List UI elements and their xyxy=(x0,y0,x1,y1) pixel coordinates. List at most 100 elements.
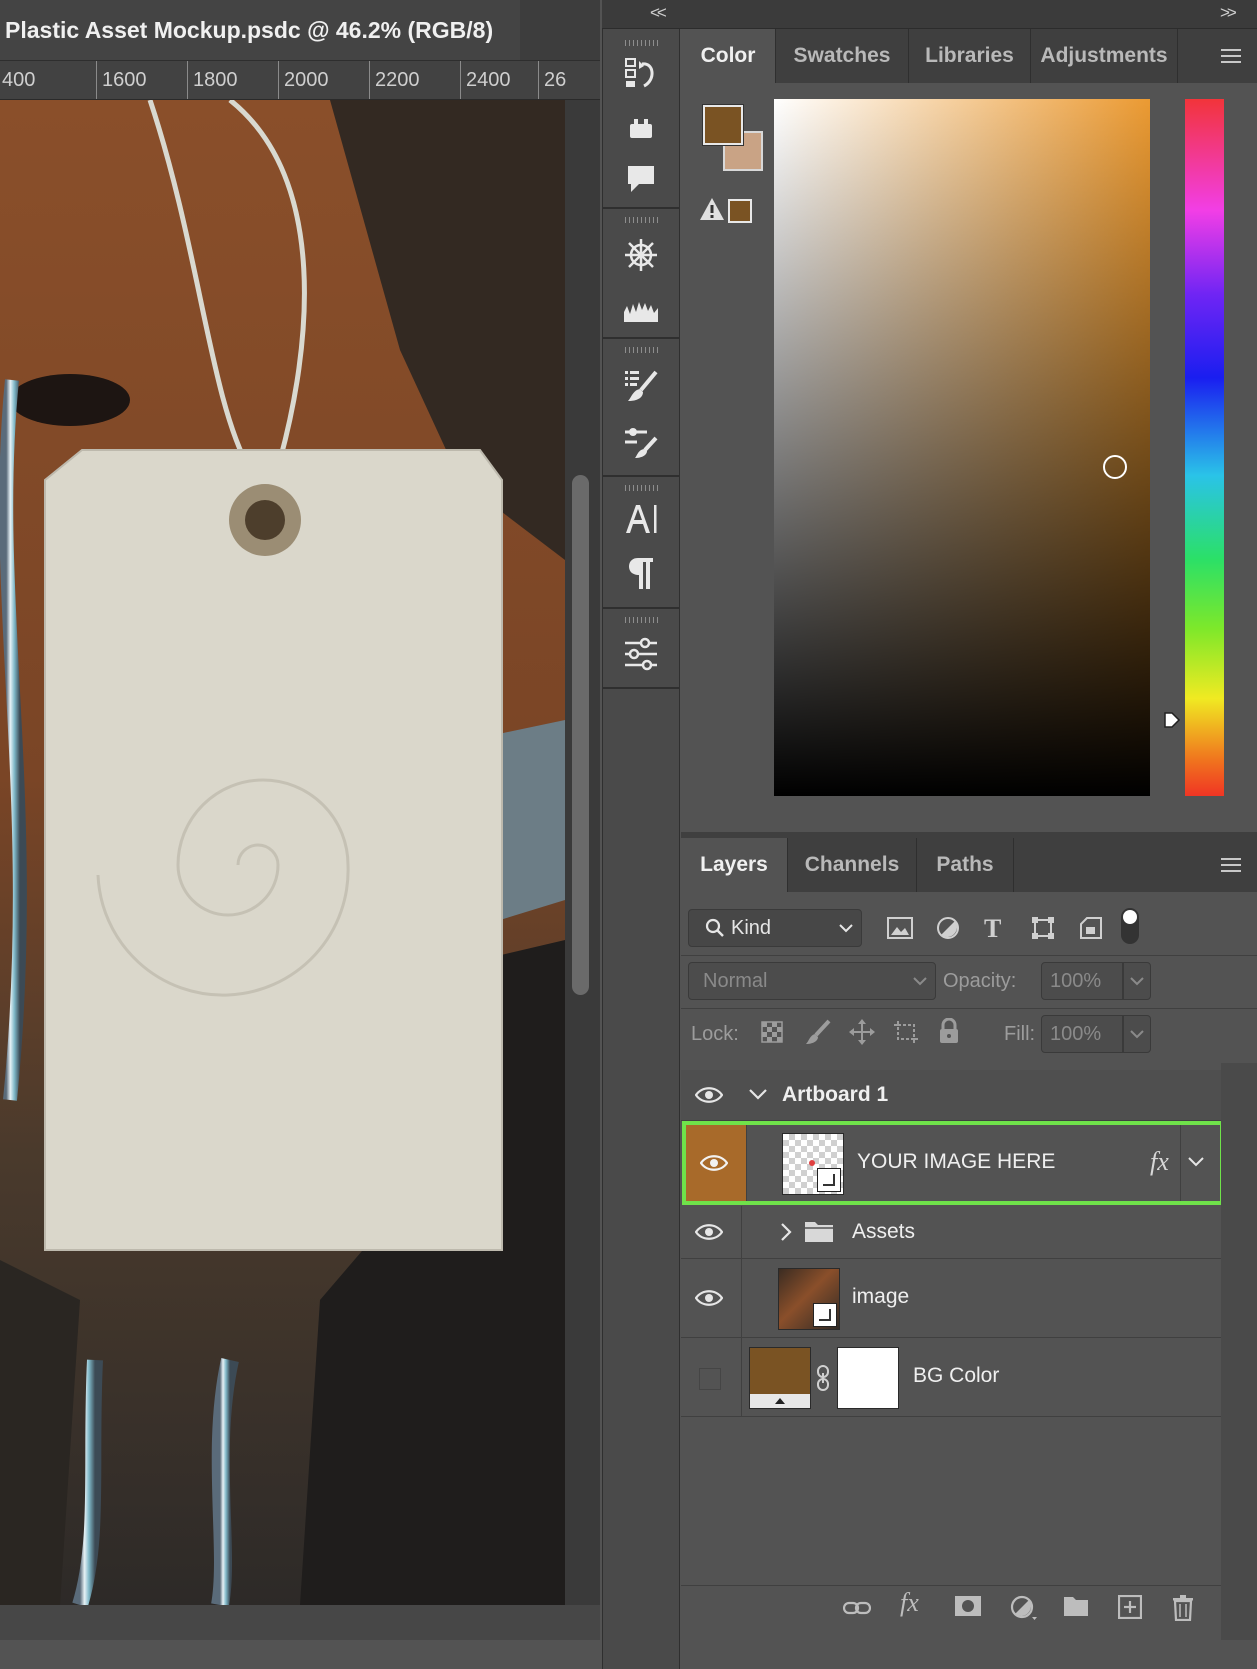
filter-adjustment-icon[interactable] xyxy=(936,916,960,945)
color-picker-cursor[interactable] xyxy=(1103,455,1127,479)
new-layer-icon[interactable] xyxy=(1117,1594,1143,1626)
fill-triangle-icon xyxy=(775,1398,785,1404)
expand-chevron-down-icon[interactable] xyxy=(749,1088,767,1100)
filter-smart-object-icon[interactable] xyxy=(1079,916,1103,945)
filter-toggle[interactable] xyxy=(1121,908,1139,944)
layer-row-image[interactable]: image xyxy=(681,1259,1221,1338)
expand-chevron-right-icon[interactable] xyxy=(780,1223,792,1241)
fill-input[interactable]: 100% xyxy=(1041,1015,1123,1053)
visibility-cell[interactable] xyxy=(686,1125,747,1201)
collapse-toolstrip-button[interactable]: << xyxy=(650,3,667,23)
collapse-panels-button[interactable]: >> xyxy=(1220,3,1237,23)
tab-adjustments[interactable]: Adjustments xyxy=(1031,29,1178,83)
tab-swatches[interactable]: Swatches xyxy=(776,29,909,83)
toolstrip-separator xyxy=(603,207,679,209)
visibility-cell[interactable] xyxy=(681,1206,742,1258)
toolstrip-grip[interactable] xyxy=(625,617,661,623)
opacity-dropdown[interactable] xyxy=(1123,962,1151,1000)
folder-icon[interactable] xyxy=(1063,1595,1089,1624)
vertical-scrollbar-thumb[interactable] xyxy=(572,475,589,995)
brush-settings-icon[interactable] xyxy=(621,422,661,462)
history-icon[interactable] xyxy=(621,53,661,93)
panel-dock-header: << >> xyxy=(602,0,1257,29)
visibility-off-box[interactable] xyxy=(699,1368,721,1390)
horizontal-ruler[interactable]: 400 1600 1800 2000 2200 2400 26 xyxy=(0,61,600,100)
toolstrip-grip[interactable] xyxy=(625,40,661,46)
fill-dropdown[interactable] xyxy=(1123,1015,1151,1053)
toolstrip-grip[interactable] xyxy=(625,347,661,353)
visibility-eye-icon[interactable] xyxy=(699,1154,729,1172)
panel-menu-icon[interactable] xyxy=(1221,858,1241,872)
filter-shape-icon[interactable] xyxy=(1031,916,1055,945)
visibility-cell[interactable] xyxy=(681,1338,742,1416)
layer-thumbnail[interactable] xyxy=(782,1133,844,1195)
horizontal-scroll-area[interactable] xyxy=(0,1605,600,1640)
mask-icon[interactable] xyxy=(955,1595,981,1623)
lock-artboard-icon[interactable] xyxy=(893,1020,919,1049)
effects-expand-chevron-icon[interactable] xyxy=(1188,1156,1204,1167)
filter-kind-select[interactable]: Kind xyxy=(688,909,862,947)
fill-layer-thumbnail[interactable] xyxy=(749,1347,811,1409)
mask-link-chain-icon[interactable] xyxy=(816,1365,830,1391)
blend-mode-select[interactable]: Normal xyxy=(688,962,936,1000)
gamut-warning-icon[interactable] xyxy=(699,197,725,226)
smart-object-badge-icon xyxy=(817,1168,841,1192)
character-icon[interactable] xyxy=(621,499,661,539)
panel-menu-icon[interactable] xyxy=(1221,49,1241,63)
paragraph-icon[interactable] xyxy=(621,553,661,593)
opacity-input[interactable]: 100% xyxy=(1041,962,1123,1000)
ruler-major-tick xyxy=(96,61,97,99)
lock-position-move-icon[interactable] xyxy=(849,1019,875,1050)
trash-icon[interactable] xyxy=(1172,1595,1194,1628)
color-picker-field[interactable] xyxy=(774,99,1150,796)
hue-slider[interactable] xyxy=(1185,99,1224,796)
layer-name: BG Color xyxy=(913,1364,1000,1387)
tab-libraries[interactable]: Libraries xyxy=(909,29,1031,83)
layer-row-bg-color[interactable]: BG Color xyxy=(681,1338,1221,1417)
layer-mask-thumbnail[interactable] xyxy=(837,1347,899,1409)
filter-type-icon[interactable]: T xyxy=(984,914,1001,944)
plugins-icon[interactable] xyxy=(621,109,661,149)
comments-icon[interactable] xyxy=(621,159,661,199)
layers-panel-tabs: Layers Channels Paths xyxy=(681,838,1257,892)
layer-row-assets[interactable]: Assets xyxy=(681,1206,1221,1259)
tab-paths[interactable]: Paths xyxy=(917,838,1014,892)
histogram-icon[interactable] xyxy=(621,289,661,329)
visibility-eye-icon[interactable] xyxy=(694,1086,724,1104)
layer-row-your-image-here[interactable]: YOUR IMAGE HERE fx xyxy=(682,1121,1224,1205)
brush-presets-icon[interactable] xyxy=(621,366,661,406)
fill-value: 100% xyxy=(1050,1023,1102,1045)
toolstrip-grip[interactable] xyxy=(625,217,661,223)
tab-layers[interactable]: Layers xyxy=(681,838,788,892)
lock-transparent-icon[interactable] xyxy=(761,1021,783,1043)
lock-pixels-brush-icon[interactable] xyxy=(805,1019,831,1050)
fx-effects-icon[interactable]: fx xyxy=(1150,1147,1169,1177)
tab-color[interactable]: Color xyxy=(681,29,776,83)
layer-row-artboard[interactable]: Artboard 1 xyxy=(681,1070,1221,1121)
thumbnail-marker xyxy=(809,1160,815,1166)
bottom-bar-end xyxy=(1221,1585,1257,1640)
tab-channels[interactable]: Channels xyxy=(788,838,917,892)
lock-all-icon[interactable] xyxy=(938,1017,960,1049)
properties-sliders-icon[interactable] xyxy=(621,634,661,674)
visibility-eye-icon[interactable] xyxy=(694,1289,724,1307)
navigator-wheel-icon[interactable] xyxy=(621,235,661,275)
hue-slider-handle[interactable] xyxy=(1163,711,1181,734)
filter-toggle-knob xyxy=(1123,910,1137,924)
smart-object-badge-icon xyxy=(813,1303,837,1327)
toolstrip-grip[interactable] xyxy=(625,485,661,491)
document-tab[interactable]: Plastic Asset Mockup.psdc @ 46.2% (RGB/8… xyxy=(0,0,520,61)
canvas-artwork[interactable] xyxy=(0,100,565,1605)
gamut-correction-swatch[interactable] xyxy=(728,199,752,223)
fx-icon[interactable]: fx xyxy=(900,1588,919,1618)
link-icon[interactable] xyxy=(842,1595,872,1623)
visibility-eye-icon[interactable] xyxy=(694,1223,724,1241)
layer-thumbnail[interactable] xyxy=(778,1268,840,1330)
panel-toolstrip xyxy=(602,29,680,1669)
adjustment-icon[interactable] xyxy=(1010,1595,1038,1628)
visibility-cell[interactable] xyxy=(681,1259,742,1337)
ruler-major-tick xyxy=(278,61,279,99)
foreground-color-swatch[interactable] xyxy=(703,105,743,145)
filter-pixel-icon[interactable] xyxy=(887,917,913,944)
layers-scroll-track[interactable] xyxy=(1221,1063,1257,1640)
